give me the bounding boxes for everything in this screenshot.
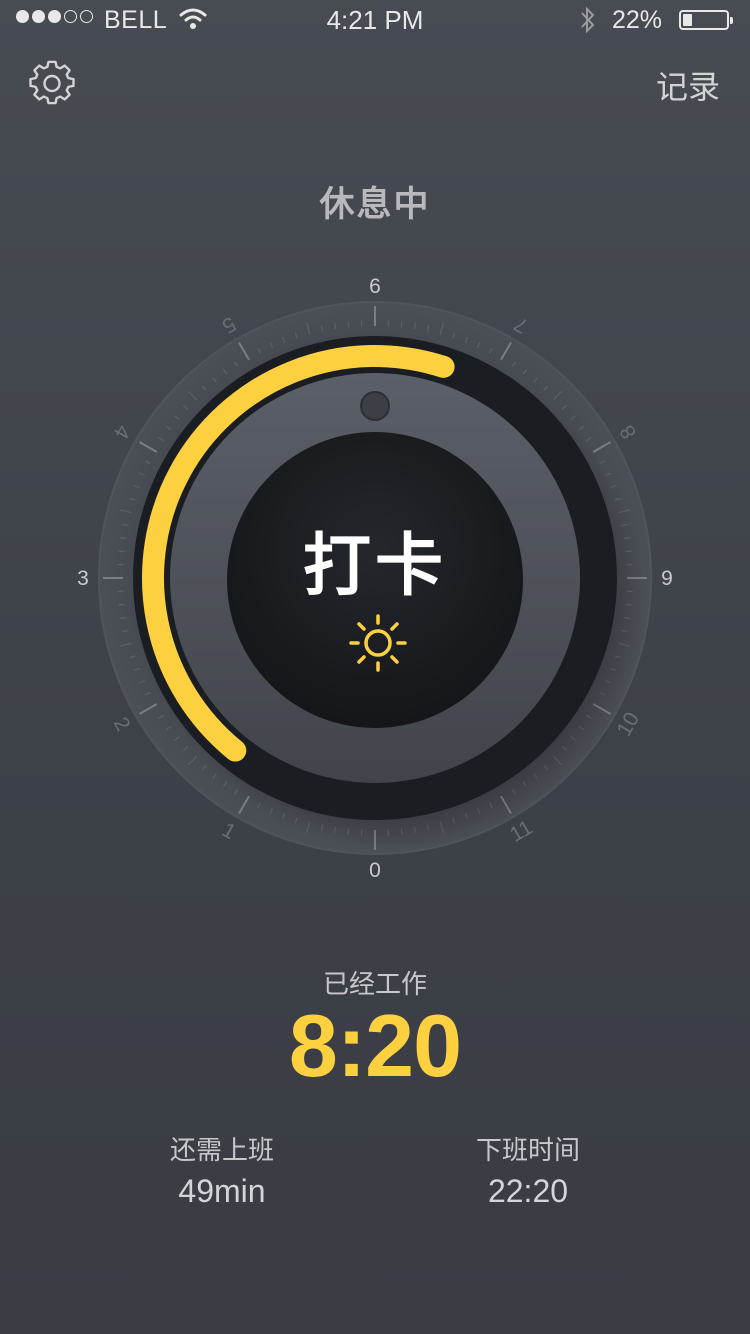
dial-hour-label: 1 — [218, 818, 240, 844]
offwork-value: 22:20 — [487, 1173, 569, 1209]
remaining-stat: 还需上班 49min — [92, 1130, 352, 1210]
punch-in-label[interactable]: 打卡 — [0, 510, 750, 609]
bluetooth-icon — [581, 6, 595, 34]
dial-indicator-dot — [360, 391, 390, 421]
status-title: 休息中 — [319, 185, 431, 224]
offwork-stat: 下班时间 22:20 — [398, 1130, 658, 1210]
remaining-label: 还需上班 — [169, 1135, 274, 1165]
records-button[interactable]: 记录 — [656, 62, 720, 108]
remaining-value: 49min — [178, 1173, 266, 1209]
worked-time: 8:20 — [288, 996, 462, 1095]
gear-icon[interactable] — [28, 60, 76, 108]
dial-hour-label: 2 — [109, 713, 135, 735]
dial-tick — [347, 321, 350, 328]
dial-hour-label: 6 — [369, 275, 381, 298]
dial-hour-label: 5 — [218, 312, 240, 338]
offwork-label: 下班时间 — [475, 1135, 580, 1165]
sun-icon — [349, 614, 407, 672]
dial-hour-label: 4 — [109, 421, 135, 443]
battery-percentage: 22% — [612, 6, 663, 34]
dial-hour-label: 8 — [615, 421, 641, 443]
dial-tick — [400, 321, 403, 328]
dial-hour-label: 7 — [510, 312, 532, 338]
battery-icon — [679, 10, 733, 30]
dial-hour-label: 0 — [369, 859, 381, 882]
status-bar: BELL 4:21 PM 22% — [0, 0, 750, 40]
